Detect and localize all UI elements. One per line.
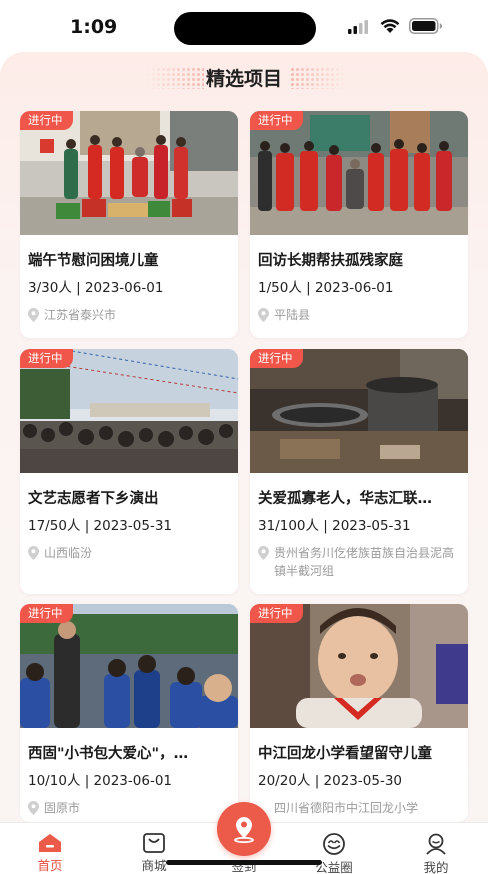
project-card-1[interactable]: 进行中 端午节慰问困境儿童 3/30人 | 2023-06-01 江苏省泰兴市 <box>20 111 238 338</box>
project-location-text: 山西临汾 <box>44 546 93 560</box>
community-icon <box>323 833 345 855</box>
project-location-text: 四川省德阳市中江回龙小学 <box>274 801 419 815</box>
location-check-icon <box>234 817 254 844</box>
project-title: 文艺志愿者下乡演出 <box>28 491 159 507</box>
profile-icon <box>426 833 446 855</box>
check-in-label: 签到 <box>231 859 257 874</box>
project-photo: 进行中 <box>250 349 468 473</box>
project-location-text: 江苏省泰兴市 <box>44 308 117 322</box>
shopping-bag-icon <box>143 833 165 853</box>
project-photo: 进行中 <box>20 349 238 473</box>
check-in-button[interactable] <box>217 802 271 856</box>
battery-icon <box>409 18 442 34</box>
project-location: 平陆县 <box>258 306 468 324</box>
project-location: 贵州省务川仡佬族苗族自治县泥高镇半截河组 <box>258 544 468 580</box>
project-location-text: 固原市 <box>44 801 81 815</box>
project-meta: 10/10人 | 2023-06-01 <box>28 773 172 789</box>
status-bar: 1:09 <box>0 0 488 52</box>
project-card-3[interactable]: 进行中 文艺志愿者下乡演出 17/50人 | 2023-05-31 山西临汾 <box>20 349 238 594</box>
project-photo: 进行中 <box>250 604 468 728</box>
project-photo: 进行中 <box>20 111 238 235</box>
project-photo: 进行中 <box>20 604 238 728</box>
wifi-icon <box>380 19 400 33</box>
location-pin-icon <box>28 801 39 815</box>
status-badge: 进行中 <box>20 111 73 130</box>
project-location-text: 贵州省务川仡佬族苗族自治县泥高镇半截河组 <box>274 546 455 578</box>
section-title: 精选项目 <box>205 68 282 90</box>
tab-mall[interactable]: 商城 <box>124 827 184 874</box>
project-card-6[interactable]: 进行中 中江回龙小学看望留守儿童 20/20人 | 2023-05-30 四川省… <box>250 604 468 822</box>
tab-mall-label: 商城 <box>141 858 167 873</box>
project-location-text: 平陆县 <box>274 308 311 322</box>
location-pin-icon <box>28 308 39 322</box>
signal-icon <box>348 20 368 34</box>
tab-mine-label: 我的 <box>423 860 449 874</box>
location-pin-icon <box>258 546 269 560</box>
project-card-5[interactable]: 进行中 西固"小书包大爱心"，… 10/10人 | 2023-06-01 固原市 <box>20 604 238 822</box>
tab-charity-circle[interactable]: 公益圈 <box>304 827 364 874</box>
project-meta: 1/50人 | 2023-06-01 <box>258 280 394 296</box>
section-header: 精选项目 <box>0 62 488 96</box>
project-title: 端午节慰问困境儿童 <box>28 253 159 269</box>
project-meta: 31/100人 | 2023-05-31 <box>258 518 411 534</box>
project-meta: 17/50人 | 2023-05-31 <box>28 518 172 534</box>
tab-mine[interactable]: 我的 <box>406 827 466 874</box>
project-card-4[interactable]: 进行中 关爱孤寡老人，华志汇联… 31/100人 | 2023-05-31 贵州… <box>250 349 468 594</box>
project-location: 固原市 <box>28 799 238 817</box>
tab-home-label: 首页 <box>37 858 63 873</box>
location-pin-icon <box>258 308 269 322</box>
dynamic-island <box>174 12 316 45</box>
status-time: 1:09 <box>70 16 118 38</box>
project-title: 关爱孤寡老人，华志汇联… <box>258 491 432 507</box>
project-meta: 3/30人 | 2023-06-01 <box>28 280 164 296</box>
project-card-2[interactable]: 进行中 回访长期帮扶孤残家庭 1/50人 | 2023-06-01 平陆县 <box>250 111 468 338</box>
location-pin-icon <box>28 546 39 560</box>
project-title: 西固"小书包大爱心"，… <box>28 746 189 762</box>
project-title: 中江回龙小学看望留守儿童 <box>258 746 432 762</box>
project-meta: 20/20人 | 2023-05-30 <box>258 773 402 789</box>
project-location: 山西临汾 <box>28 544 238 562</box>
status-badge: 进行中 <box>250 111 303 130</box>
home-icon <box>39 834 61 852</box>
project-location: 江苏省泰兴市 <box>28 306 238 324</box>
tab-home[interactable]: 首页 <box>20 827 80 874</box>
home-indicator <box>166 860 322 865</box>
status-badge: 进行中 <box>250 604 303 623</box>
status-badge: 进行中 <box>250 349 303 368</box>
project-title: 回访长期帮扶孤残家庭 <box>258 253 403 269</box>
status-badge: 进行中 <box>20 349 73 368</box>
status-badge: 进行中 <box>20 604 73 623</box>
project-photo: 进行中 <box>250 111 468 235</box>
project-location: 四川省德阳市中江回龙小学 <box>258 799 468 817</box>
